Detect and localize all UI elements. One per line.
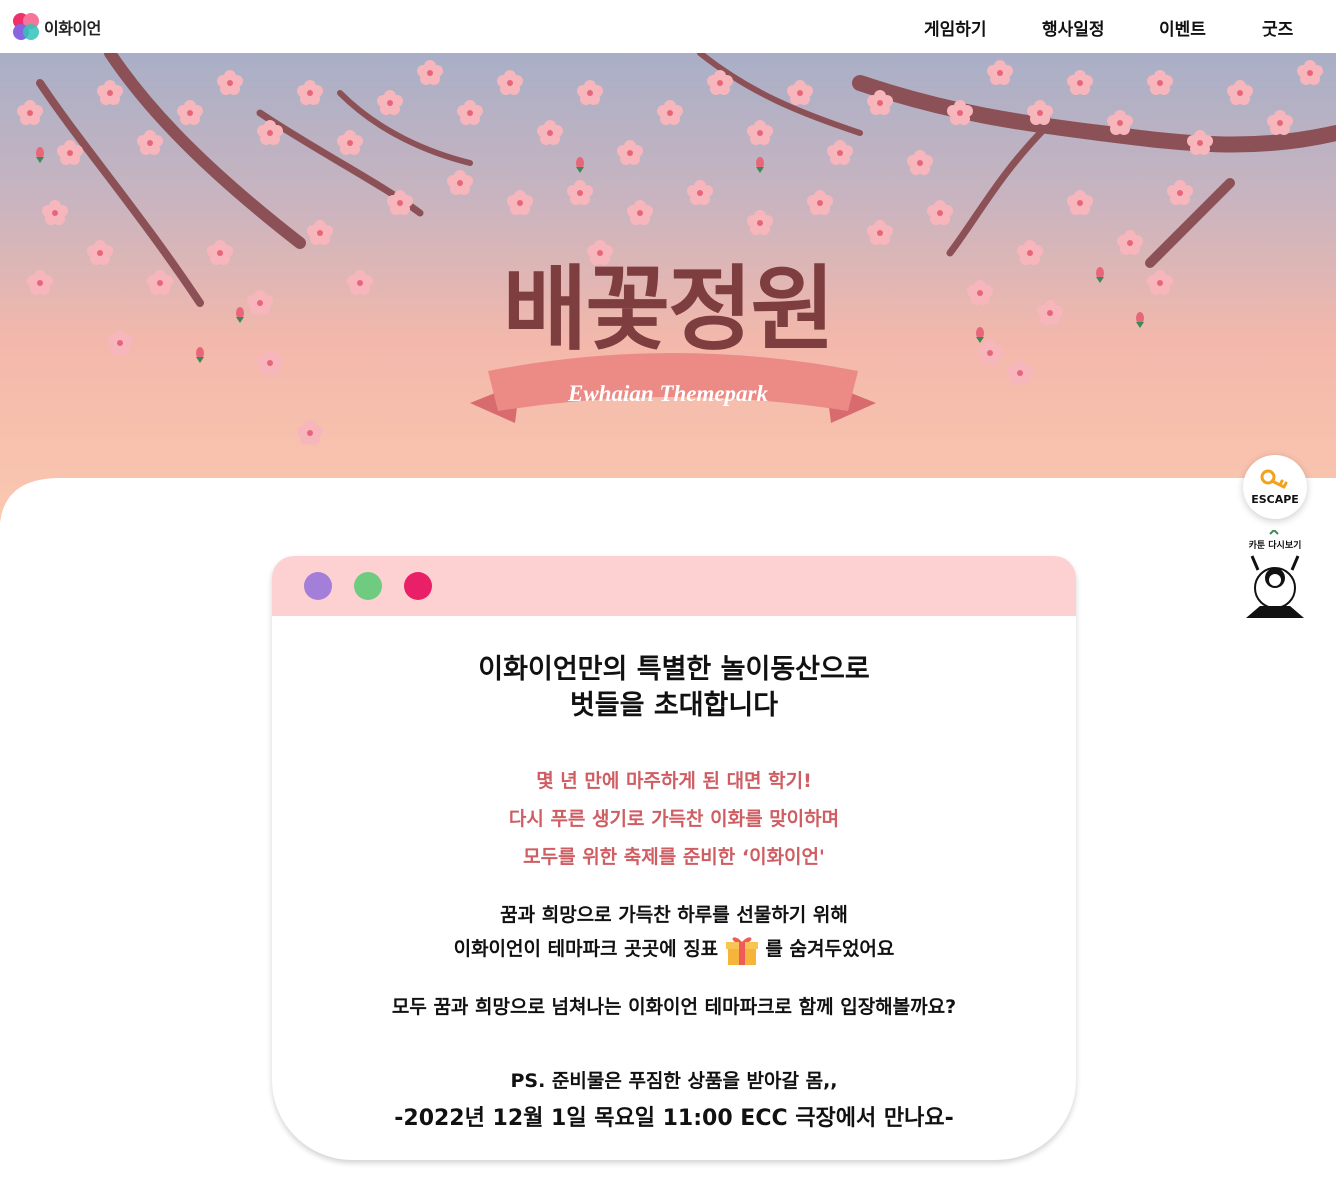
hero-bottom-curve bbox=[0, 478, 1336, 538]
escape-label: ESCAPE bbox=[1251, 492, 1299, 506]
escape-button[interactable]: ESCAPE bbox=[1243, 455, 1307, 519]
cartoon-label: 카툰 다시보기 bbox=[1248, 541, 1302, 551]
pink-line-3: 모두를 위한 축제를 준비한 ‘이화이언' bbox=[523, 846, 825, 868]
pink-line-1: 몇 년 만에 마주하게 된 대면 학기! bbox=[536, 770, 812, 792]
invitation-card: 이화이언만의 특별한 놀이동산으로 벗들을 초대합니다 몇 년 만에 마주하게 … bbox=[272, 556, 1076, 1160]
card-headline: 이화이언만의 특별한 놀이동산으로 벗들을 초대합니다 bbox=[272, 652, 1076, 724]
top-navigation: 이화이언 게임하기 행사일정 이벤트 굿즈 bbox=[0, 0, 1336, 53]
ps-line: PS. 준비물은 푸짐한 상품을 받아갈 몸,, bbox=[510, 1070, 838, 1092]
body-line-2-start: 이화이언이 테마파크 곳곳에 징표 bbox=[453, 938, 719, 960]
brand-logo[interactable]: 이화이언 bbox=[12, 12, 101, 42]
body-line-1: 꿈과 희망으로 가득찬 하루를 선물하기 위해 bbox=[500, 904, 848, 926]
window-dot-green[interactable] bbox=[354, 572, 382, 600]
nav-item-goods[interactable]: 굿즈 bbox=[1262, 15, 1293, 40]
headline-line-1: 이화이언만의 특별한 놀이동산으로 bbox=[478, 654, 870, 685]
headline-line-2: 벗들을 초대합니다 bbox=[569, 690, 779, 721]
nav-item-schedule[interactable]: 행사일정 bbox=[1042, 15, 1105, 40]
body-line-2: 이화이언이 테마파크 곳곳에 징표 를 숨겨두었어요 bbox=[272, 932, 1076, 966]
cartoon-replay-button[interactable]: 카툰 다시보기 bbox=[1240, 528, 1310, 622]
hero-banner: 배꽃정원 Ewhaian Themepark bbox=[0, 53, 1336, 533]
body-line-2-end: 를 숨겨두었어요 bbox=[765, 938, 895, 960]
logo-heart-icon bbox=[13, 13, 39, 40]
window-titlebar bbox=[272, 556, 1076, 616]
hero-title: 배꽃정원 bbox=[502, 256, 836, 363]
event-date-line: -2022년 12월 1일 목요일 11:00 ECC 극장에서 만나요- bbox=[394, 1106, 954, 1131]
gift-icon bbox=[725, 936, 758, 965]
nav-item-games[interactable]: 게임하기 bbox=[924, 15, 987, 40]
hero-subtitle: Ewhaian Themepark bbox=[567, 381, 768, 406]
invite-line: 모두 꿈과 희망으로 넘쳐나는 이화이언 테마파크로 함께 입장해볼까요? bbox=[391, 996, 957, 1018]
window-dot-pink[interactable] bbox=[404, 572, 432, 600]
pink-intro: 몇 년 만에 마주하게 된 대면 학기! 다시 푸른 생기로 가득찬 이화를 맞… bbox=[272, 762, 1076, 876]
brand-name: 이화이언 bbox=[44, 19, 101, 38]
window-dot-purple[interactable] bbox=[304, 572, 332, 600]
body-paragraph: 꿈과 희망으로 가득찬 하루를 선물하기 위해 이화이언이 테마파크 곳곳에 징… bbox=[272, 898, 1076, 966]
nav-item-events[interactable]: 이벤트 bbox=[1159, 15, 1206, 40]
key-icon bbox=[1260, 469, 1288, 488]
pink-line-2: 다시 푸른 생기로 가득찬 이화를 맞이하며 bbox=[508, 808, 840, 830]
